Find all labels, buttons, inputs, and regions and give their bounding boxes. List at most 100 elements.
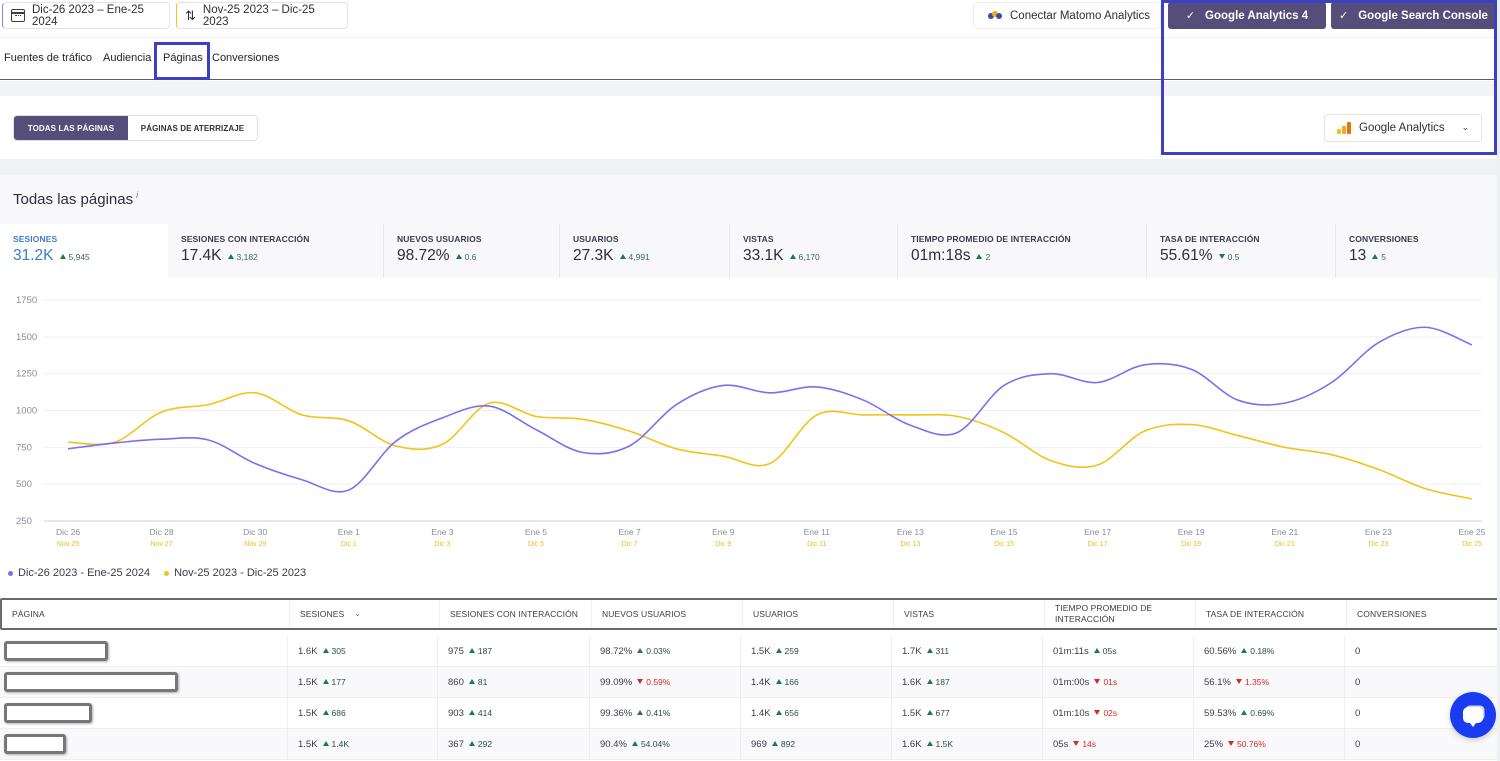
metric-sesiones[interactable]: SESIONES 31.2K 5,945 [0, 224, 168, 278]
current-date-range-button[interactable]: Dic-26 2023 – Ene-25 2024 [2, 2, 170, 29]
column-header-tasa-de-interaccion[interactable]: TASA DE INTERACCIÓN [1196, 600, 1347, 628]
table-row[interactable]: 1.5K 686 903 414 99.36% 0.41% 1.4K 656 1.5K 677 01… [0, 698, 1500, 729]
up-arrow-icon [775, 710, 782, 715]
column-header-tiempo-promedio[interactable]: TIEMPO PROMEDIO DE INTERACCIÓN [1045, 600, 1196, 628]
metric-nuevos-usuarios[interactable]: NUEVOS USUARIOS 98.72% 0.6 [384, 224, 560, 278]
column-header-sesiones[interactable]: SESIONES ⌄ [290, 600, 440, 628]
y-tick-label: 500 [16, 479, 32, 490]
page-cell[interactable] [0, 698, 288, 728]
tab-conversiones[interactable]: Conversiones [212, 52, 279, 64]
info-icon[interactable]: i [136, 190, 138, 200]
metric-vistas[interactable]: VISTAS 33.1K 6,170 [730, 224, 898, 278]
metric-value: 98.72% [397, 247, 450, 264]
google-analytics-4-button[interactable]: ✓ Google Analytics 4 [1168, 2, 1326, 29]
up-arrow-icon [926, 710, 933, 715]
metric-tasa-de-interaccion[interactable]: TASA DE INTERACCIÓN 55.61% 0.5 [1147, 224, 1336, 278]
compare-date-range-label: Nov-25 2023 – Dic-25 2023 [202, 3, 315, 28]
cell-delta: 677 [935, 708, 950, 718]
column-header-usuarios[interactable]: USUARIOS [743, 600, 894, 628]
table-row[interactable]: 1.6K 305 975 187 98.72% 0.03% 1.5K 259 1.7K 311 01… [0, 636, 1500, 667]
metric-conversiones[interactable]: CONVERSIONES 13 5 [1336, 224, 1500, 278]
column-header-sesiones-con-interaccion[interactable]: SESIONES CON INTERACCIÓN [440, 600, 592, 628]
cell-value: 0 [1355, 676, 1361, 688]
cell-delta: 892 [780, 739, 796, 749]
metric-tiempo-promedio[interactable]: TIEMPO PROMEDIO DE INTERACCIÓN 01m:18s 2 [898, 224, 1147, 278]
table-cell: 903 414 [438, 698, 590, 728]
cell-value: 01m:10s [1053, 707, 1090, 719]
compare-date-range-button[interactable]: ⇅ Nov-25 2023 – Dic-25 2023 [176, 2, 348, 29]
cell-delta: 54.04% [640, 739, 670, 749]
down-arrow-icon [1218, 254, 1225, 259]
up-arrow-icon [926, 679, 933, 684]
legend-dot-icon [8, 570, 13, 576]
legend-item-previous[interactable]: Nov-25 2023 - Dic-25 2023 [164, 567, 306, 579]
connect-matomo-button[interactable]: Conectar Matomo Analytics [973, 2, 1161, 29]
x-tick-label: Ene 17 [1084, 527, 1111, 537]
table-cell: 860 81 [438, 667, 590, 697]
x-tick-label: Ene 25 [1459, 527, 1486, 537]
table-cell: 0 [1345, 636, 1496, 666]
table-cell: 90.4% 54.04% [590, 729, 741, 759]
metric-value: 01m:18s [911, 247, 971, 264]
cell-delta: 05s [1102, 646, 1117, 656]
table-cell: 59.53% 0.69% [1194, 698, 1345, 728]
metric-usuarios[interactable]: USUARIOS 27.3K 4,991 [560, 224, 730, 278]
down-arrow-icon [637, 679, 644, 684]
cell-value: 60.56% [1204, 645, 1237, 657]
cell-value: 860 [448, 676, 464, 688]
table-row[interactable]: 1.5K 1.4K 367 292 90.4% 54.04% 969 892 1.6K 1.5K 0… [0, 729, 1500, 760]
chat-widget-button[interactable] [1450, 692, 1496, 738]
page-cell[interactable] [0, 729, 288, 759]
table-cell: 1.4K 656 [741, 698, 892, 728]
redacted-page-url [4, 734, 66, 754]
cell-value: 01m:00s [1053, 676, 1090, 688]
y-tick-label: 1000 [16, 406, 37, 417]
up-arrow-icon [631, 741, 638, 746]
up-arrow-icon [468, 679, 475, 684]
cell-delta: 305 [331, 646, 346, 656]
table-cell: 99.36% 0.41% [590, 698, 741, 728]
up-arrow-icon [468, 710, 475, 715]
tab-audiencia[interactable]: Audiencia [103, 52, 151, 64]
landing-pages-toggle[interactable]: PÁGINAS DE ATERRIZAJE [128, 116, 257, 140]
legend-item-current[interactable]: Dic-26 2023 - Ene-25 2024 [8, 567, 150, 579]
column-header-vistas[interactable]: VISTAS [894, 600, 1045, 628]
cell-delta: 414 [477, 708, 493, 718]
table-cell: 367 292 [438, 729, 590, 759]
x-tick-label-compare: Dic 9 [715, 541, 731, 548]
y-tick-label: 250 [16, 516, 32, 527]
table-header: PÁGINA SESIONES ⌄ SESIONES CON INTERACCIÓ… [0, 598, 1500, 630]
x-tick-label: Ene 21 [1271, 527, 1298, 537]
tab-fuentes-de-trafico[interactable]: Fuentes de tráfico [4, 52, 92, 64]
table-cell: 1.5K 677 [892, 698, 1043, 728]
data-source-select[interactable]: Google Analytics ⌄ [1324, 114, 1482, 142]
page-cell[interactable] [0, 636, 288, 666]
all-pages-toggle[interactable]: TODAS LAS PÁGINAS [14, 116, 128, 140]
x-tick-label: Ene 7 [618, 527, 640, 537]
legend-label: Nov-25 2023 - Dic-25 2023 [174, 567, 307, 579]
up-arrow-icon [322, 741, 329, 746]
cell-delta: 311 [935, 646, 950, 656]
column-header-nuevos-usuarios[interactable]: NUEVOS USUARIOS [592, 600, 743, 628]
table-row[interactable]: 1.5K 177 860 81 99.09% 0.59% 1.4K 166 1.6K 187 01m… [0, 667, 1500, 698]
metric-delta: 5,945 [68, 252, 90, 262]
section-divider [0, 159, 1500, 175]
column-header-conversiones[interactable]: CONVERSIONES [1347, 600, 1498, 628]
table-cell: 1.6K 1.5K [892, 729, 1043, 759]
page-cell[interactable] [0, 667, 288, 697]
x-tick-label-compare: Dic 25 [1462, 541, 1482, 548]
x-tick-label-compare: Nov 29 [244, 541, 266, 548]
google-analytics-logo-icon [1337, 122, 1351, 134]
column-header-pagina[interactable]: PÁGINA [2, 600, 290, 628]
table-cell: 98.72% 0.03% [590, 636, 741, 666]
cell-delta: 0.03% [646, 646, 671, 656]
redacted-page-url [4, 703, 92, 723]
table-cell: 975 187 [438, 636, 590, 666]
line-chart: 250 500 750 1000 1250 1500 1750 Dic 26 Nov 25 Dic… [16, 295, 1486, 548]
metric-sesiones-con-interaccion[interactable]: SESIONES CON INTERACCIÓN 17.4K 3,182 [168, 224, 384, 278]
data-source-value: Google Analytics [1359, 122, 1445, 134]
metric-delta: 0.6 [464, 252, 477, 262]
up-arrow-icon [926, 741, 933, 746]
google-search-console-button[interactable]: ✓ Google Search Console [1331, 2, 1496, 29]
metric-value: 13 [1349, 247, 1367, 264]
